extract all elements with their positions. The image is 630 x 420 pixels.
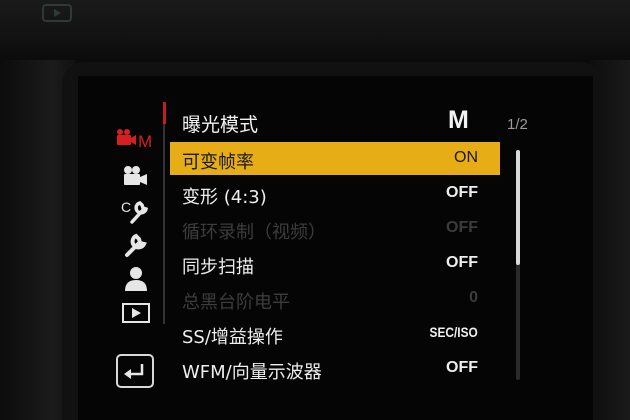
menu-item[interactable]: 变形 (4:3) OFF (170, 177, 500, 210)
menu-item-label: 总黑台阶电平 (182, 292, 290, 313)
tab-setup[interactable] (114, 230, 158, 260)
menu-item[interactable]: WFM/向量示波器 OFF (170, 352, 500, 385)
back-button[interactable] (116, 354, 154, 388)
playback-icon (122, 303, 150, 323)
play-icon (54, 9, 61, 17)
menu-item-label: WFM/向量示波器 (182, 362, 322, 383)
menu-item-value: OFF (446, 184, 478, 201)
camera-body-top (0, 0, 630, 70)
menu-item[interactable]: 可变帧率 ON (170, 142, 500, 175)
menu-item-value: 0 (469, 289, 478, 306)
menu-item-value: SEC/ISO (429, 324, 478, 340)
menu-item-value: OFF (446, 254, 478, 271)
menu-item: 循环录制（视频） OFF (170, 212, 500, 245)
menu-item-value: OFF (446, 219, 478, 236)
menu-item-label: 循环录制（视频） (182, 222, 326, 243)
page-indicator: 1/2 (507, 116, 528, 133)
menu-item-label: 可变帧率 (182, 152, 254, 173)
tab-custom[interactable]: C (114, 196, 158, 226)
menu-item: 总黑台阶电平 0 (170, 282, 500, 315)
video-camera-m-icon: M (117, 129, 152, 151)
exposure-mode-value: M (448, 106, 469, 134)
menu-item[interactable]: 同步扫描 OFF (170, 247, 500, 280)
tab-playback[interactable] (114, 298, 158, 328)
tab-video[interactable] (114, 162, 158, 192)
tab-video-m[interactable]: M (114, 124, 158, 154)
menu-item-value: ON (454, 149, 478, 166)
scrollbar-thumb[interactable] (516, 150, 520, 265)
wrench-icon (125, 233, 147, 257)
menu-item-label: 变形 (4:3) (182, 187, 267, 208)
tab-separator (163, 104, 165, 324)
tab-video-m-label: M (138, 132, 152, 151)
return-icon (124, 364, 144, 379)
menu-item[interactable]: SS/增益操作 SEC/ISO (170, 317, 500, 350)
active-tab-indicator (163, 102, 166, 124)
menu-title: 曝光模式 (182, 114, 259, 136)
menu-item-label: 同步扫描 (182, 257, 254, 278)
person-icon (125, 267, 147, 291)
tab-my-menu[interactable] (114, 264, 158, 294)
tab-custom-label: C (121, 199, 131, 215)
custom-wrench-icon: C (121, 199, 149, 224)
menu-item-label: SS/增益操作 (182, 327, 283, 348)
playback-button[interactable] (42, 4, 72, 22)
menu-item-value: OFF (446, 359, 478, 376)
video-camera-icon (124, 166, 147, 185)
